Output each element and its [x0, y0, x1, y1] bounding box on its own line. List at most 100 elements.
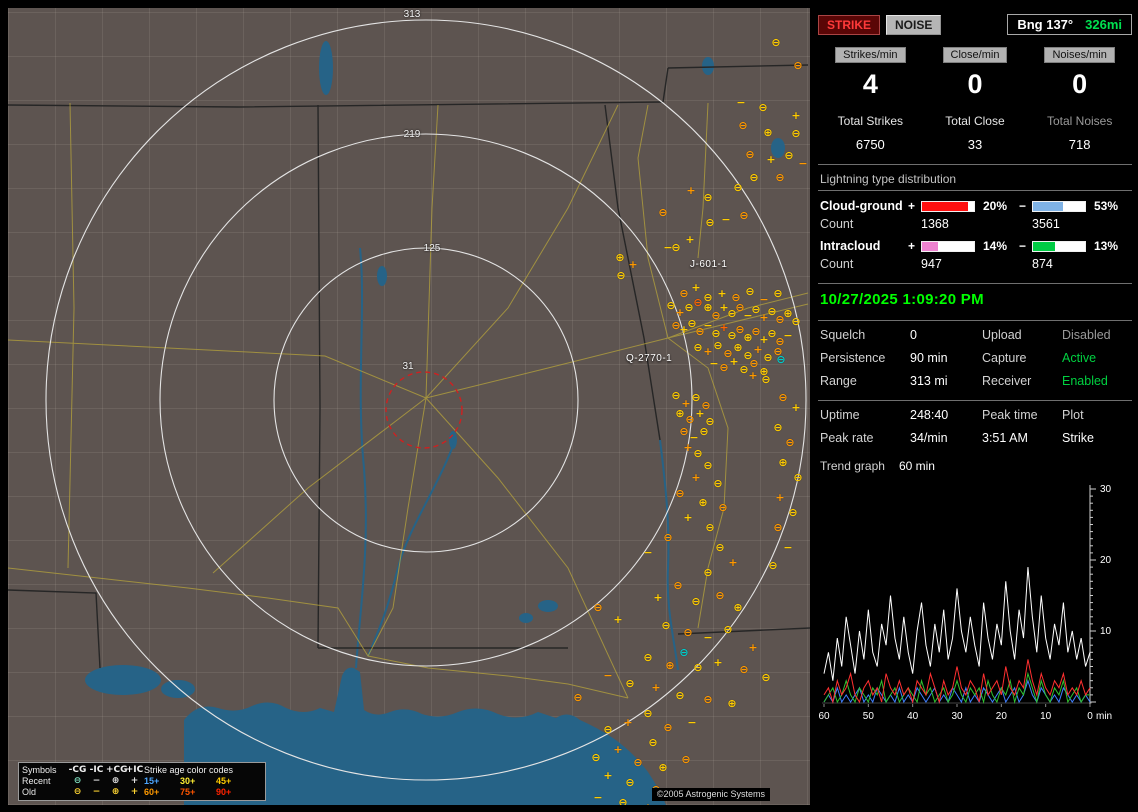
- side-panel: STRIKE NOISE Bng 137° 326mi Strikes/min …: [818, 8, 1132, 805]
- noise-mode-button[interactable]: NOISE: [886, 15, 941, 35]
- total-close-label: Total Close: [923, 114, 1028, 128]
- strike-symbol: ⊖: [775, 173, 784, 183]
- strike-symbol: ⊖: [718, 503, 727, 513]
- receiver-value: Enabled: [1062, 374, 1108, 388]
- strike-symbol: ⊖: [731, 293, 740, 303]
- strike-symbol: +: [686, 186, 695, 196]
- strike-symbol: ⊖: [768, 561, 777, 571]
- strike-symbol: ⊖: [616, 271, 625, 281]
- strike-symbol: ⊖: [758, 103, 767, 113]
- range-ring-label: 219: [404, 130, 421, 140]
- mode-toolbar: STRIKE NOISE Bng 137° 326mi: [818, 14, 1132, 35]
- legend-strike-symbol: +: [125, 787, 144, 798]
- strike-symbol: ⊖: [763, 353, 772, 363]
- strike-symbol: +: [613, 615, 622, 625]
- lightning-map[interactable]: ⊖⊖−⊖+⊖⊕⊖⊖+⊖−⊖⊖⊖+⊖⊖⊖−⊖+⊖⊕+⊖−⊖+⊖⊖⊕⊖+⊖⊖−⊖+⊖…: [8, 8, 810, 805]
- copyright-credit: ©2005 Astrogenic Systems: [652, 788, 770, 801]
- strike-symbol: +: [651, 683, 660, 693]
- strike-symbol: ⊖: [684, 303, 693, 313]
- distribution-title: Lightning type distribution: [820, 172, 1132, 186]
- legend-header-neg-cg: -CG: [68, 765, 87, 776]
- strike-symbol: ⊖: [739, 665, 748, 675]
- strike-symbol: ⊖: [723, 625, 732, 635]
- trend-graph-svg: 3020106050403020100min: [818, 477, 1130, 729]
- peak-time-value: 3:51 AM: [982, 431, 1062, 445]
- total-strikes-value: 6750: [818, 137, 923, 152]
- strike-symbol: ⊖: [705, 523, 714, 533]
- strike-symbol: ⊕: [733, 603, 742, 613]
- intracloud-label: Intracloud: [820, 239, 908, 253]
- ic-count-label: Count: [820, 257, 908, 271]
- strike-symbol: ⊖: [719, 363, 728, 373]
- plus-sign: +: [908, 239, 921, 253]
- strike-symbol: ⊖: [591, 753, 600, 763]
- strike-symbol: ⊖: [745, 150, 754, 160]
- strike-symbol: ⊖: [691, 597, 700, 607]
- strike-symbol: ⊖: [745, 287, 754, 297]
- plot-label: Plot: [1062, 408, 1132, 422]
- storm-cell-label: Q-2770-1: [626, 354, 672, 364]
- legend-strike-symbol: −: [87, 787, 106, 798]
- strike-symbol: ⊖: [778, 393, 787, 403]
- strike-symbol: +: [613, 745, 622, 755]
- strike-symbol: ⊖: [666, 301, 675, 311]
- svg-text:10: 10: [1040, 711, 1052, 722]
- separator: [818, 320, 1132, 321]
- strike-symbol: +: [628, 260, 637, 270]
- legend-row-label: Old: [22, 787, 68, 798]
- strike-symbol: +: [653, 593, 662, 603]
- trend-graph-label: Trend graph: [820, 459, 885, 473]
- strike-symbol: +: [691, 473, 700, 483]
- strike-symbol: −: [736, 98, 745, 108]
- close-per-min-button[interactable]: Close/min: [943, 47, 1008, 63]
- cg-positive-pct: 20%: [979, 199, 1019, 213]
- strikes-per-min-button[interactable]: Strikes/min: [835, 47, 905, 63]
- strike-symbol: ⊖: [773, 423, 782, 433]
- strike-symbol: ⊖: [671, 391, 680, 401]
- persistence-label: Persistence: [820, 351, 910, 365]
- strike-symbol: ⊖: [771, 38, 780, 48]
- legend-age-code: 60+: [144, 787, 180, 798]
- trend-chart: 3020106050403020100min: [818, 477, 1132, 732]
- strike-symbol: ⊖: [703, 695, 712, 705]
- strike-mode-button[interactable]: STRIKE: [818, 15, 880, 35]
- strike-symbol: ⊖: [791, 129, 800, 139]
- strike-symbol: ⊖: [793, 61, 802, 71]
- squelch-label: Squelch: [820, 328, 910, 342]
- trend-window-value: 60 min: [899, 459, 935, 473]
- range-value: 313 mi: [910, 374, 982, 388]
- strike-symbol: ⊖: [693, 298, 702, 308]
- strike-symbol: ⊖: [749, 173, 758, 183]
- strike-symbol: +: [728, 558, 737, 568]
- strike-symbol: ⊖: [671, 243, 680, 253]
- strike-symbol: ⊕: [665, 661, 674, 671]
- upload-label: Upload: [982, 328, 1062, 342]
- strike-symbol: +: [685, 235, 694, 245]
- noises-per-min-button[interactable]: Noises/min: [1044, 47, 1114, 63]
- strike-symbol: +: [683, 513, 692, 523]
- strike-symbol: +: [775, 493, 784, 503]
- legend-strike-symbol: +: [125, 776, 144, 787]
- strike-symbol: −: [593, 793, 602, 803]
- rate-counters: Strikes/min 4 Close/min 0 Noises/min 0: [818, 47, 1132, 100]
- strike-symbol: −: [687, 718, 696, 728]
- strike-symbol: ⊖: [618, 798, 627, 805]
- strike-symbol: ⊖: [685, 415, 694, 425]
- strike-symbol: ⊕: [675, 409, 684, 419]
- ic-negative-count: 874: [1032, 257, 1090, 271]
- svg-text:min: min: [1096, 711, 1112, 722]
- svg-text:20: 20: [996, 711, 1008, 722]
- strike-symbol: +: [603, 771, 612, 781]
- strike-symbol: ⊖: [739, 365, 748, 375]
- strike-symbol: ⊖: [713, 341, 722, 351]
- strike-symbol: −: [663, 243, 672, 253]
- bearing-distance: 326mi: [1085, 17, 1122, 32]
- strike-symbol: ⊕: [778, 458, 787, 468]
- legend-age-code: 45+: [216, 776, 252, 787]
- strike-symbol: −: [721, 215, 730, 225]
- strike-symbol: ⊖: [749, 359, 758, 369]
- upload-value: Disabled: [1062, 328, 1111, 342]
- strike-symbol: +: [748, 643, 757, 653]
- total-close-value: 33: [923, 137, 1028, 152]
- strike-symbol: ⊕: [733, 343, 742, 353]
